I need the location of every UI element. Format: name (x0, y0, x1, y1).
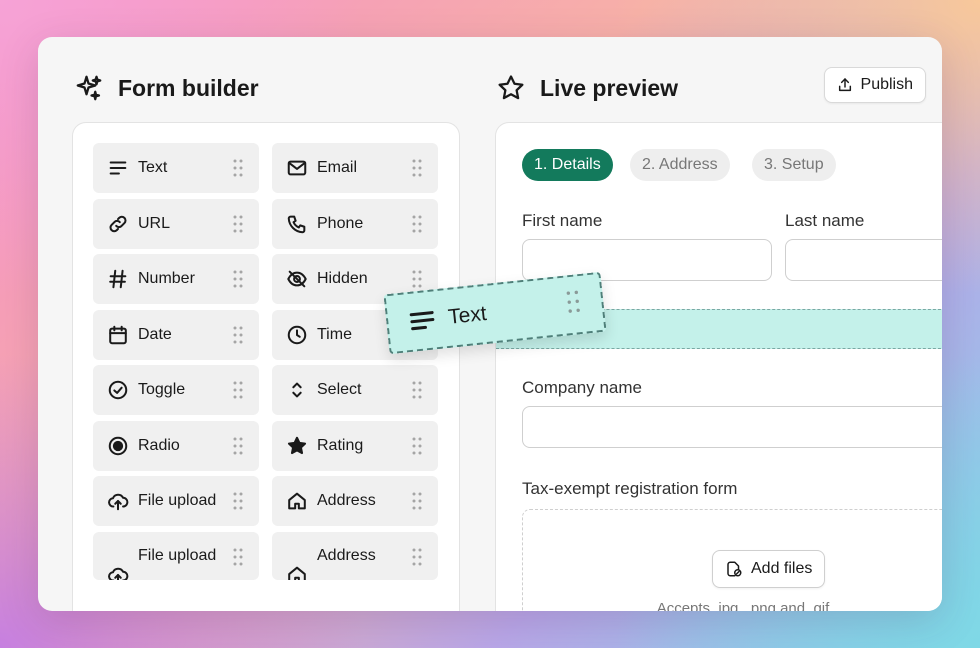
star-icon (498, 75, 524, 100)
cloud-upload-icon (107, 490, 129, 512)
star-filled-icon (286, 435, 308, 457)
drag-handle-icon[interactable] (411, 380, 423, 400)
add-files-button[interactable]: Add files (712, 550, 826, 588)
field-tile-label: Phone (317, 214, 364, 232)
form-builder-heading: Form builder (74, 73, 259, 103)
step-label: 3. Setup (764, 156, 824, 173)
drag-handle-icon[interactable] (411, 269, 423, 289)
field-tile-number[interactable]: Number (93, 254, 259, 304)
link-icon (107, 213, 129, 235)
upload-label: Tax-exempt registration form (522, 479, 738, 498)
drag-handle-icon[interactable] (411, 491, 423, 511)
field-tile-select[interactable]: Select (272, 365, 438, 415)
radio-icon (107, 435, 129, 457)
last-name-label: Last name (785, 211, 865, 230)
field-tile-phone[interactable]: Phone (272, 198, 438, 249)
sparkles-icon (76, 75, 102, 101)
envelope-icon (286, 157, 308, 179)
field-tile-label: Time (317, 325, 352, 343)
drag-handle-icon[interactable] (232, 491, 244, 511)
step-address-tab[interactable]: 2. Address (630, 149, 730, 181)
first-name-label: First name (522, 211, 603, 230)
field-tile-address[interactable]: Address (272, 476, 438, 526)
drag-handle-icon[interactable] (232, 380, 244, 400)
text-lines-icon (107, 157, 129, 179)
calendar-icon (107, 324, 129, 346)
form-builder-title: Form builder (118, 74, 259, 101)
field-tile-date[interactable]: Date (93, 309, 259, 360)
file-attach-icon (727, 561, 742, 577)
live-preview-heading: Live preview (496, 73, 678, 103)
drag-handle-icon[interactable] (232, 547, 244, 567)
live-preview-title: Live preview (540, 74, 679, 101)
check-circle-icon (107, 379, 129, 401)
drag-handle-icon[interactable] (232, 436, 244, 456)
home-icon (286, 564, 308, 580)
dragging-field-label: Text (447, 301, 488, 329)
last-name-input[interactable] (785, 239, 942, 281)
field-tile-label: Radio (138, 436, 180, 454)
field-tile-label: URL (138, 214, 171, 232)
add-files-label: Add files (751, 560, 813, 577)
publish-label: Publish (860, 76, 913, 93)
cloud-upload-icon (107, 564, 129, 580)
step-label: 2. Address (642, 156, 718, 173)
live-preview-panel: 1. Details 2. Address 3. Setup First nam… (495, 122, 942, 611)
drag-handle-icon[interactable] (232, 269, 244, 289)
field-tile-label: Number (138, 270, 195, 287)
field-tile-label: File upload (138, 546, 217, 564)
field-tile-label: Select (317, 381, 362, 398)
drag-handle-icon[interactable] (411, 158, 423, 178)
drag-handle-icon[interactable] (232, 158, 244, 178)
file-upload-dropzone[interactable]: Add files Accepts .jpg, .png and .gif (522, 509, 942, 611)
drag-handle-icon[interactable] (564, 288, 583, 316)
drag-handle-icon[interactable] (411, 547, 423, 567)
drag-handle-icon[interactable] (411, 214, 423, 234)
step-label: 1. Details (534, 156, 601, 173)
chevron-up-down-icon (286, 379, 308, 401)
field-tile-text[interactable]: Text (93, 143, 259, 193)
field-tile-label: Toggle (138, 381, 186, 398)
field-palette: Text Email URL Phone Number Hidden Date Time Tog… (72, 122, 460, 611)
step-setup-tab[interactable]: 3. Setup (752, 149, 836, 181)
clock-icon (286, 324, 308, 346)
field-tile-label: File upload (138, 492, 217, 509)
eye-off-icon (286, 268, 308, 290)
field-tile-label: Email (317, 159, 358, 176)
drag-handle-icon[interactable] (232, 214, 244, 234)
hash-icon (107, 268, 129, 290)
field-tile-label: Address (317, 546, 376, 564)
field-tile-label: Address (317, 492, 376, 509)
company-name-label: Company name (522, 378, 643, 397)
field-tile-url[interactable]: URL (93, 198, 259, 249)
first-name-input[interactable] (522, 239, 772, 281)
phone-icon (286, 213, 308, 235)
field-tile-rating[interactable]: Rating (272, 420, 438, 471)
field-tile-label: Hidden (317, 270, 368, 287)
field-tile-label: Rating (317, 436, 364, 454)
field-tile-address[interactable]: Address (272, 531, 438, 580)
share-upload-icon (838, 78, 851, 92)
field-tile-radio[interactable]: Radio (93, 420, 259, 471)
field-tile-label: Date (138, 325, 172, 343)
company-name-input[interactable] (522, 406, 942, 448)
text-lines-icon (407, 305, 438, 336)
publish-button[interactable]: Publish (823, 67, 926, 103)
field-tile-file-upload[interactable]: File upload (93, 476, 259, 526)
accepted-formats-hint: Accepts .jpg, .png and .gif (656, 600, 830, 611)
field-tile-label: Text (138, 159, 168, 176)
field-tile-file-upload[interactable]: File upload (93, 531, 259, 580)
drag-handle-icon[interactable] (232, 325, 244, 345)
step-details-tab[interactable]: 1. Details (522, 149, 613, 181)
home-icon (286, 490, 308, 512)
field-tile-email[interactable]: Email (272, 143, 438, 193)
field-tile-toggle[interactable]: Toggle (93, 365, 259, 415)
drag-handle-icon[interactable] (411, 436, 423, 456)
